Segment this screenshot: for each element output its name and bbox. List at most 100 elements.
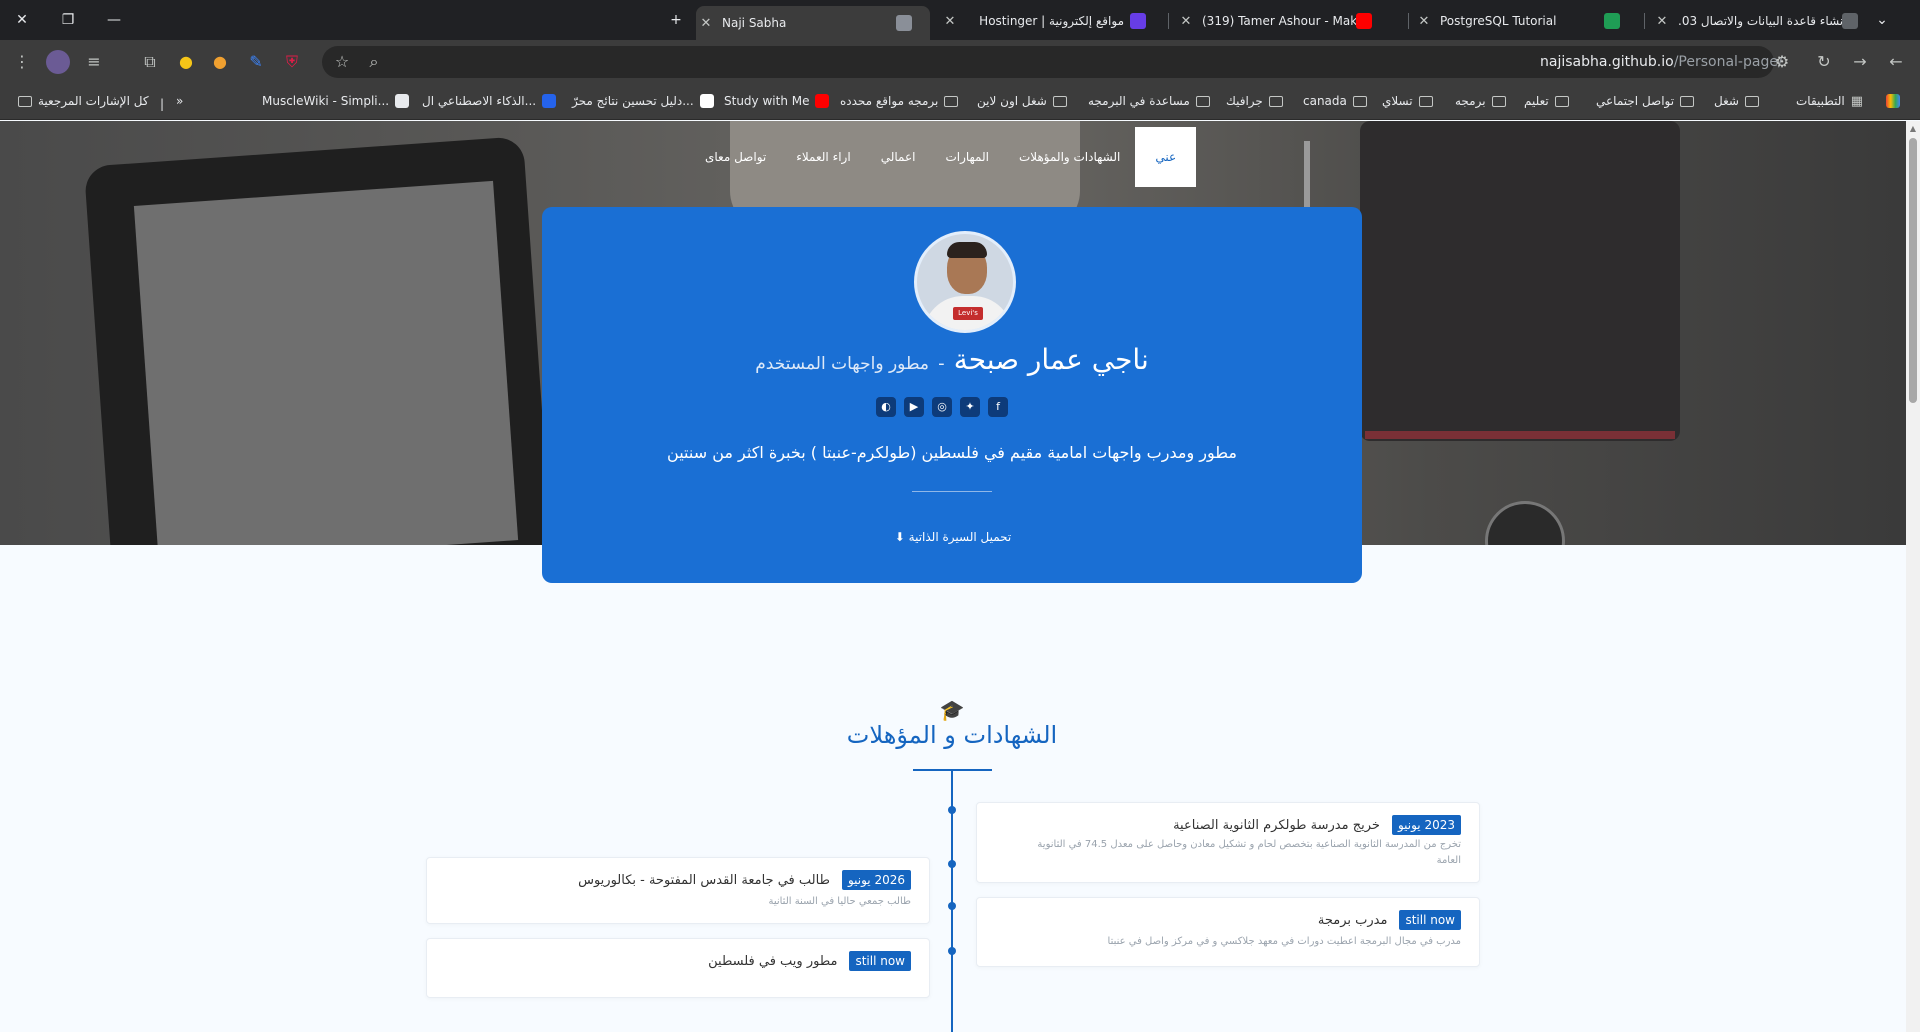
youtube-icon[interactable]: ▶	[904, 397, 924, 417]
google-apps-grid-icon	[1886, 94, 1900, 108]
tab-search-icon[interactable]: ⌄	[1868, 8, 1896, 32]
extension-burger-icon[interactable]: ●	[208, 50, 232, 74]
all-bookmarks[interactable]: كل الإشارات المرجعية	[12, 90, 149, 112]
tab-close-icon[interactable]: ✕	[1176, 14, 1196, 29]
tab-close-icon[interactable]: ✕	[1414, 14, 1434, 29]
nav-certificates[interactable]: الشهادات والمؤهلات	[1004, 127, 1135, 187]
bookmark-item[interactable]: الذكاء الاصطناعي ال...	[422, 90, 557, 112]
bookmark-item[interactable]: Study with Me	[724, 90, 830, 112]
tab-close-icon[interactable]: ✕	[696, 16, 716, 31]
bookmarks-overflow[interactable]: »	[176, 90, 183, 112]
bookmark-item[interactable]: برمجه	[1455, 90, 1506, 112]
timeline-card: 2023 يونيو خريج مدرسة طولكرم الثانوية ال…	[976, 802, 1480, 883]
nav-testimonials[interactable]: اراء العملاء	[781, 127, 865, 187]
tab-title: Naji Sabha	[722, 16, 787, 30]
apps-grid-icon: ▦	[1850, 93, 1864, 109]
folder-icon	[1554, 95, 1569, 107]
bookmark-item[interactable]: شغل اون لاين	[977, 90, 1067, 112]
nav-works[interactable]: اعمالي	[866, 127, 931, 187]
timeline-card: still now مطور ويب في فلسطين	[426, 938, 930, 998]
folder-icon	[944, 95, 959, 107]
github-icon[interactable]: ◐	[876, 397, 896, 417]
timeline-date-badge: still now	[849, 951, 911, 971]
tab-youtube[interactable]: ✕ (319) Tamer Ashour - Makr	[1176, 6, 1402, 36]
bookmark-item[interactable]: مساعدة في البرمجه	[1088, 90, 1210, 112]
timeline-title: مدرب برمجة	[1317, 912, 1388, 928]
window-minimize-icon[interactable]: —	[100, 8, 128, 32]
tab-database[interactable]: ✕ .03 إنشاء قاعدة البيانات والاتصال	[1652, 6, 1868, 36]
timeline-date-badge: 2023 يونيو	[1391, 815, 1461, 835]
extension-color-icon[interactable]: ✎	[244, 50, 268, 74]
folder-icon	[1052, 95, 1067, 107]
url-host: najisabha.github.io	[1540, 54, 1674, 70]
tab-favicon-icon	[896, 15, 912, 31]
timeline-card: still now مدرب برمجة مدرب في مجال البرمج…	[976, 897, 1480, 967]
graduation-cap-icon: 🎓	[939, 698, 965, 722]
facebook-icon[interactable]: f	[988, 397, 1008, 417]
twitter-icon[interactable]: ✦	[960, 397, 980, 417]
tab-hostinger[interactable]: ✕ Hostinger | مواقع إلكترونية	[940, 6, 1162, 36]
extensions-icon[interactable]: ⧉	[138, 50, 162, 74]
tab-postgresql[interactable]: ✕ PostgreSQL Tutorial	[1414, 6, 1636, 36]
menu-dots-icon[interactable]: ⋮	[10, 50, 34, 74]
page-scrollbar-thumb[interactable]	[1909, 138, 1917, 403]
tab-title: (319) Tamer Ashour - Makr	[1202, 14, 1356, 28]
nav-about[interactable]: عني	[1135, 127, 1197, 187]
bookmark-apps[interactable]: التطبيقات ▦	[1796, 90, 1863, 112]
timeline-description: العامة	[1436, 855, 1461, 866]
hero-background-notebook-edge	[1365, 431, 1675, 439]
bookmark-item[interactable]: دليل تحسين نتائج محرّ...	[572, 90, 714, 112]
folder-icon	[1418, 95, 1433, 107]
url-text[interactable]: najisabha.github.io/Personal-page/	[1540, 54, 1783, 70]
timeline-title: مطور ويب في فلسطين	[708, 953, 838, 969]
timeline-dot	[948, 860, 956, 868]
bookmark-item[interactable]: MuscleWiki - Simpli...	[262, 90, 410, 112]
forward-icon[interactable]: →	[1848, 50, 1872, 74]
tab-close-icon[interactable]: ✕	[1652, 14, 1672, 29]
scroll-up-arrow-icon[interactable]: ▲	[1909, 124, 1917, 133]
bookmark-item[interactable]: تسلاي	[1382, 90, 1433, 112]
timeline-card: 2026 يونيو طالب في جامعة القدس المفتوحة …	[426, 857, 930, 924]
bookmark-item[interactable]: canada	[1303, 90, 1367, 112]
bookmark-label: جرافيك	[1226, 94, 1263, 108]
tab-naji-sabha[interactable]: ✕ Naji Sabha	[696, 6, 930, 40]
tab-close-icon[interactable]: ✕	[940, 14, 960, 29]
bookmark-label: تسلاي	[1382, 94, 1413, 108]
folder-icon	[18, 95, 32, 107]
youtube-icon	[815, 94, 830, 108]
nav-skills[interactable]: المهارات	[930, 127, 1004, 187]
profile-role: مطور واجهات المستخدم	[755, 354, 930, 374]
bookmark-item[interactable]: شغل	[1714, 90, 1759, 112]
window-restore-icon[interactable]: ❐	[54, 8, 82, 32]
timeline-dot	[948, 806, 956, 814]
google-icon	[699, 94, 714, 108]
reload-icon[interactable]: ↻	[1812, 50, 1836, 74]
instagram-icon[interactable]: ◎	[932, 397, 952, 417]
hero-background-tablet-screen	[133, 180, 519, 545]
bookmark-label: برمجه مواقع محدده	[840, 94, 939, 108]
bookmarks-separator: |	[160, 97, 165, 111]
bookmark-item[interactable]: جرافيك	[1226, 90, 1283, 112]
google-apps-icon[interactable]	[1886, 90, 1900, 112]
nav-contact[interactable]: تواصل معاى	[690, 127, 781, 187]
hero-background-knob	[1485, 501, 1565, 545]
site-settings-icon[interactable]: ⚙	[1770, 50, 1794, 74]
bookmark-item[interactable]: تواصل اجتماعي	[1596, 90, 1695, 112]
window-close-icon[interactable]: ✕	[8, 8, 36, 32]
reading-list-icon[interactable]: ≡	[82, 50, 106, 74]
bookmark-label: التطبيقات	[1796, 94, 1845, 108]
back-icon[interactable]: ←	[1884, 50, 1908, 74]
profile-avatar-icon[interactable]	[46, 50, 70, 74]
extension-pacman-icon[interactable]: ●	[174, 50, 198, 74]
tab-title: Hostinger | مواقع إلكترونية	[979, 14, 1124, 28]
bookmark-item[interactable]: تعليم	[1524, 90, 1569, 112]
bookmark-item[interactable]: برمجه مواقع محدده	[840, 90, 959, 112]
new-tab-button[interactable]: +	[662, 8, 690, 32]
bookmark-star-icon[interactable]: ☆	[330, 50, 354, 74]
zoom-icon[interactable]: ⌕	[362, 50, 386, 74]
download-cv-button[interactable]: تحميل السيرة الذاتية ⬇	[880, 530, 1026, 544]
hero-background-notebook	[1360, 121, 1680, 441]
extension-shield-icon[interactable]: ⛨	[280, 50, 304, 74]
bookmark-label: برمجه	[1455, 94, 1486, 108]
profile-divider	[912, 491, 992, 492]
